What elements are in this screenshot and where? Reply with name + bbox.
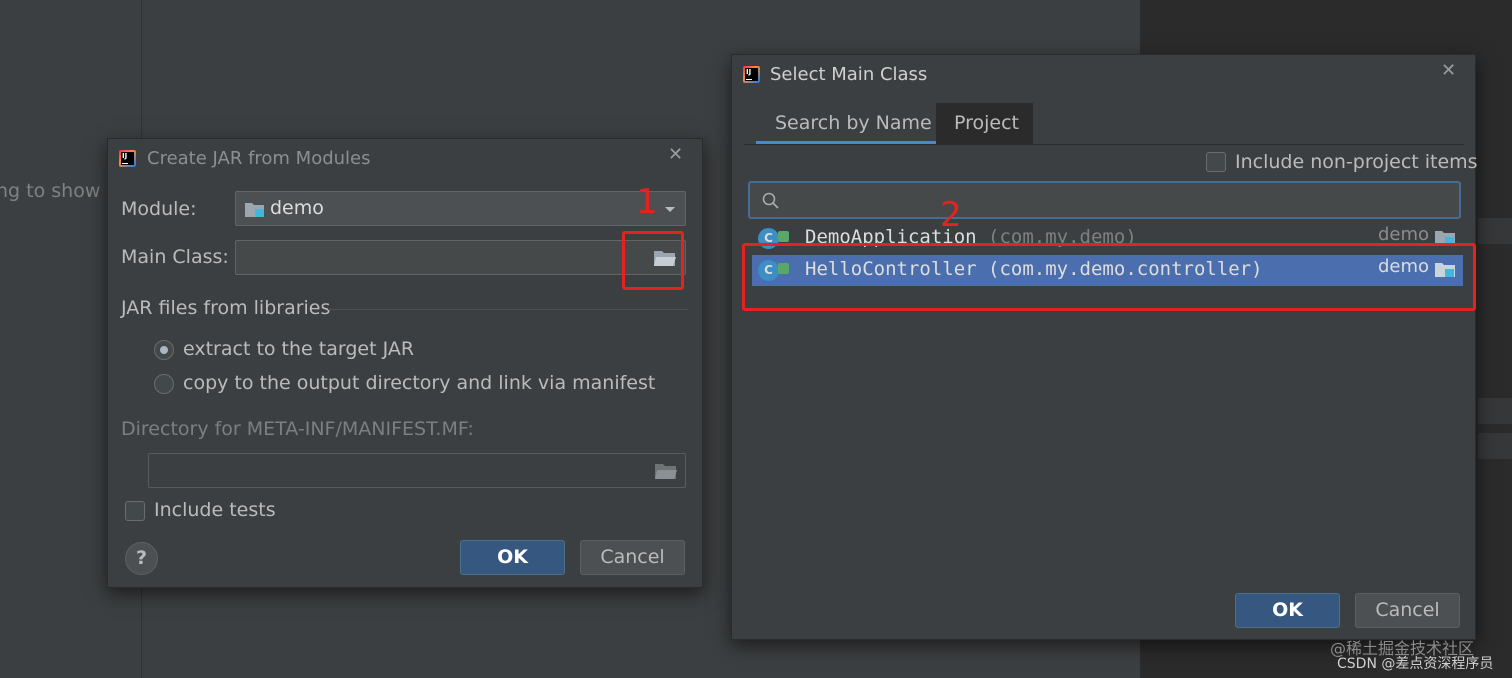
class-search-input[interactable] [748, 181, 1461, 219]
watermark-line-2: CSDN @差点资深程序员 [1337, 656, 1494, 672]
copy-radio-label[interactable]: copy to the output directory and link vi… [183, 372, 655, 394]
dialog-title: Create JAR from Modules [147, 148, 371, 169]
main-class-field[interactable] [235, 240, 686, 275]
main-class-label: Main Class: [121, 246, 229, 268]
tab-label: Search by Name [775, 112, 932, 134]
ok-button[interactable]: OK [1235, 593, 1340, 628]
copy-radio[interactable] [154, 374, 174, 394]
module-select[interactable]: demo [235, 191, 686, 226]
module-folder-icon [245, 203, 264, 217]
annotation-step-1: 1 [636, 182, 658, 222]
include-non-project-checkbox[interactable] [1206, 152, 1226, 172]
cancel-button[interactable]: Cancel [1355, 593, 1460, 628]
ide-right-stub [1478, 398, 1512, 424]
class-module: demo [1378, 224, 1430, 245]
include-non-project-label[interactable]: Include non-project items [1235, 151, 1478, 173]
tab-project[interactable]: Project [936, 103, 1033, 144]
close-icon[interactable]: ✕ [668, 144, 683, 165]
tab-search-by-name[interactable]: Search by Name [756, 103, 936, 144]
extract-radio[interactable] [154, 340, 174, 360]
intellij-app-icon: IJ [119, 150, 136, 167]
tabs-divider [744, 144, 1464, 145]
cancel-button[interactable]: Cancel [580, 540, 685, 575]
include-tests-label[interactable]: Include tests [154, 499, 276, 521]
libraries-divider [328, 309, 688, 310]
dialog-title: Select Main Class [770, 64, 928, 85]
help-button[interactable]: ? [125, 542, 158, 575]
chevron-down-icon [665, 207, 675, 212]
manifest-field [148, 453, 686, 488]
module-label: Module: [121, 198, 197, 220]
create-jar-dialog: IJ Create JAR from Modules ✕ Module: dem… [107, 138, 703, 588]
intellij-app-icon: IJ [743, 66, 760, 83]
annotation-box-1 [622, 231, 684, 290]
ide-right-stub [1478, 433, 1512, 459]
module-value: demo [270, 197, 324, 219]
manifest-label: Directory for META-INF/MANIFEST.MF: [121, 418, 474, 440]
ok-button[interactable]: OK [460, 540, 565, 575]
select-main-class-dialog: IJ Select Main Class ✕ Search by Name Pr… [731, 54, 1478, 640]
ide-empty-text: ng to show [0, 180, 101, 202]
ide-right-stub [1478, 218, 1512, 244]
extract-radio-label[interactable]: extract to the target JAR [183, 338, 414, 360]
search-icon [762, 192, 779, 209]
include-tests-checkbox[interactable] [125, 501, 145, 521]
manifest-folder-icon [655, 464, 677, 479]
libraries-heading: JAR files from libraries [121, 297, 331, 319]
help-icon: ? [135, 547, 148, 569]
run-marker-icon [778, 231, 789, 242]
annotation-box-2 [742, 243, 1476, 311]
close-icon[interactable]: ✕ [1441, 60, 1456, 81]
tab-label: Project [954, 112, 1020, 134]
annotation-step-2: 2 [940, 195, 962, 235]
